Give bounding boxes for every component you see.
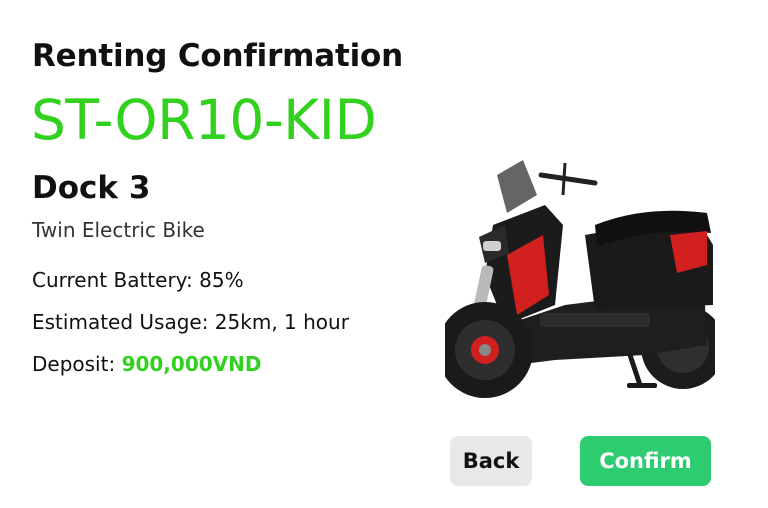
back-button[interactable]: Back bbox=[450, 436, 532, 486]
usage-info: Estimated Usage: 25km, 1 hour bbox=[32, 310, 349, 334]
bike-code: ST-OR10-KID bbox=[31, 88, 377, 152]
renting-confirmation-screen: Renting Confirmation ST-OR10-KID Dock 3 … bbox=[0, 0, 768, 508]
page-title: Renting Confirmation bbox=[32, 38, 404, 74]
electric-scooter-image bbox=[437, 155, 725, 411]
confirm-button[interactable]: Confirm bbox=[580, 436, 711, 486]
deposit-label: Deposit: bbox=[32, 352, 122, 376]
deposit-info: Deposit: 900,000VND bbox=[32, 352, 261, 376]
dock-name: Dock 3 bbox=[32, 170, 151, 206]
battery-info: Current Battery: 85% bbox=[32, 268, 244, 292]
deposit-value: 900,000VND bbox=[121, 352, 262, 376]
bike-type: Twin Electric Bike bbox=[32, 218, 205, 242]
